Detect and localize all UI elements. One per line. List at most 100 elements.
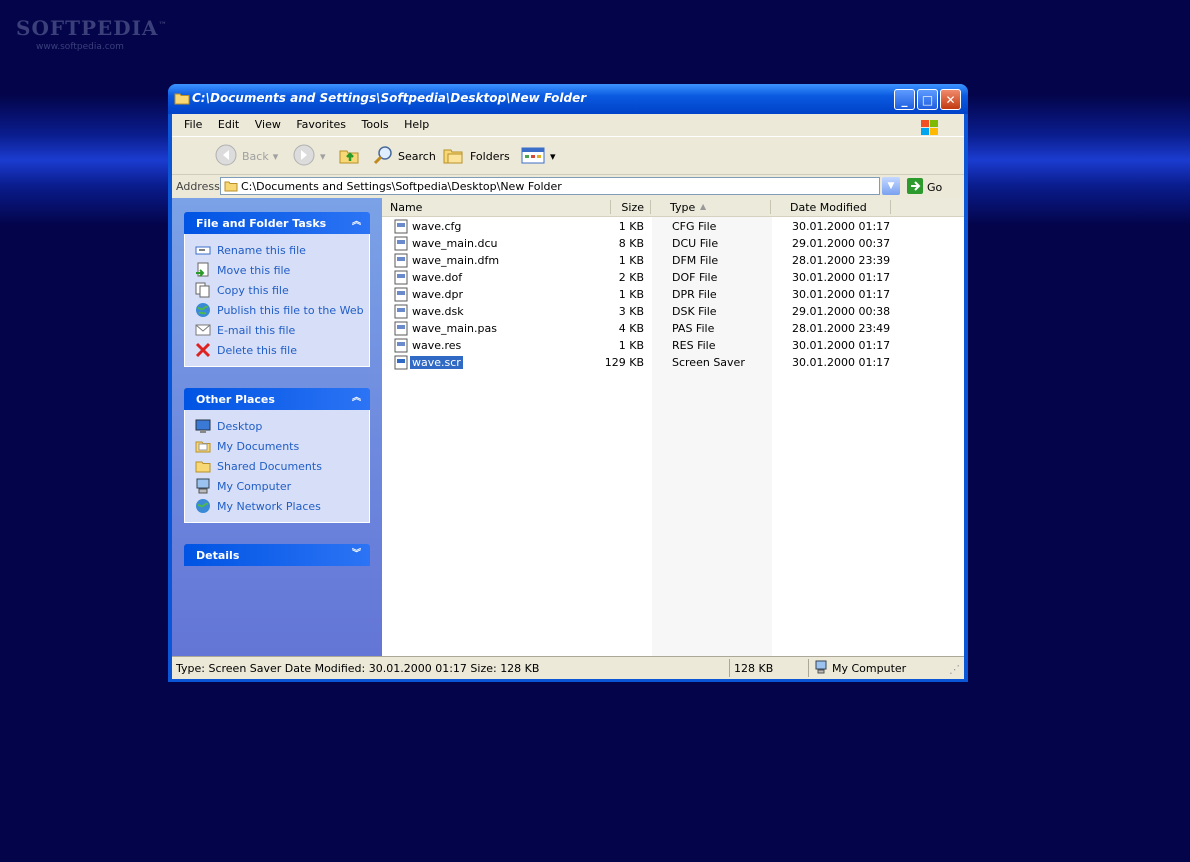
copy-icon	[195, 282, 211, 298]
file-date-modified: 30.01.2000 01:17	[792, 220, 891, 233]
up-button[interactable]	[338, 145, 360, 167]
maximize-button[interactable]: □	[917, 89, 938, 110]
task-rename[interactable]: Rename this file	[195, 240, 369, 260]
file-date-modified: 28.01.2000 23:49	[792, 322, 891, 335]
task-email[interactable]: E-mail this file	[195, 320, 369, 340]
views-button[interactable]: ▾	[520, 145, 556, 167]
file-row[interactable]: wave.scr 129 KB Screen Saver 30.01.2000 01:…	[382, 354, 964, 371]
file-date-modified: 30.01.2000 01:17	[792, 288, 891, 301]
my-documents-icon	[195, 438, 211, 454]
details-panel: Details ︾	[184, 544, 370, 566]
file-type: DPR File	[672, 288, 717, 301]
folder-icon	[174, 91, 190, 108]
desktop-icon	[195, 418, 211, 434]
file-type: DFM File	[672, 254, 719, 267]
address-dropdown-button[interactable]: ▼	[882, 177, 900, 195]
go-button[interactable]: Go	[906, 177, 942, 198]
details-header[interactable]: Details ︾	[184, 544, 370, 566]
menu-tools[interactable]: Tools	[356, 114, 395, 131]
file-row[interactable]: wave.cfg 1 KB CFG File 30.01.2000 01:17	[382, 218, 964, 235]
resize-grip-icon[interactable]: ⋰	[949, 663, 960, 676]
file-list: Name Size Type ▲ Date Modified wave.cfg 1…	[382, 198, 964, 656]
menu-view[interactable]: View	[249, 114, 287, 131]
file-size: 8 KB	[618, 237, 644, 250]
column-divider[interactable]	[610, 200, 611, 214]
file-row[interactable]: wave.res 1 KB RES File 30.01.2000 01:17	[382, 337, 964, 354]
file-date-modified: 28.01.2000 23:39	[792, 254, 891, 267]
task-copy[interactable]: Copy this file	[195, 280, 369, 300]
column-type[interactable]: Type	[670, 201, 695, 214]
address-field[interactable]: C:\Documents and Settings\Softpedia\Desk…	[220, 177, 880, 195]
menu-favorites[interactable]: Favorites	[290, 114, 352, 131]
place-my-documents[interactable]: My Documents	[195, 436, 369, 456]
place-my-computer[interactable]: My Computer	[195, 476, 369, 496]
file-name: wave.dsk	[412, 305, 464, 318]
task-publish[interactable]: Publish this file to the Web	[195, 300, 369, 320]
address-path: C:\Documents and Settings\Softpedia\Desk…	[241, 180, 562, 193]
file-icon	[394, 236, 408, 251]
column-header: Name Size Type ▲ Date Modified	[382, 198, 964, 217]
column-name[interactable]: Name	[390, 201, 422, 214]
file-date-modified: 30.01.2000 01:17	[792, 339, 891, 352]
status-divider	[729, 659, 730, 677]
my-computer-icon	[195, 478, 211, 494]
task-move[interactable]: Move this file	[195, 260, 369, 280]
file-folder-tasks-header[interactable]: File and Folder Tasks ︽	[184, 212, 370, 234]
close-button[interactable]: ✕	[940, 89, 961, 110]
go-arrow-icon	[906, 177, 924, 198]
file-row[interactable]: wave_main.dfm 1 KB DFM File 28.01.2000 23:3…	[382, 252, 964, 269]
task-copy-label: Copy this file	[217, 283, 289, 297]
file-icon	[394, 253, 408, 268]
column-date-modified[interactable]: Date Modified	[790, 201, 867, 214]
menu-edit[interactable]: Edit	[212, 114, 245, 131]
column-divider[interactable]	[890, 200, 891, 214]
column-size[interactable]: Size	[614, 201, 644, 214]
file-size: 1 KB	[618, 254, 644, 267]
go-label: Go	[927, 181, 943, 194]
up-folder-icon	[338, 145, 360, 168]
rename-icon	[195, 242, 211, 258]
search-button[interactable]: Search	[372, 145, 436, 167]
status-divider	[808, 659, 809, 677]
place-shared-documents-label: Shared Documents	[217, 459, 322, 473]
file-size: 1 KB	[618, 220, 644, 233]
task-delete[interactable]: Delete this file	[195, 340, 369, 360]
menu-help[interactable]: Help	[398, 114, 435, 131]
title-bar[interactable]: C:\Documents and Settings\Softpedia\Desk…	[168, 84, 968, 114]
file-date-modified: 29.01.2000 00:37	[792, 237, 891, 250]
file-row[interactable]: wave_main.pas 4 KB PAS File 28.01.2000 23:4…	[382, 320, 964, 337]
forward-button[interactable]: ▾	[292, 144, 326, 167]
file-folder-tasks-title: File and Folder Tasks	[196, 217, 327, 230]
back-label: Back	[242, 149, 269, 163]
file-icon	[394, 219, 408, 234]
column-divider[interactable]	[650, 200, 651, 214]
back-dropdown-icon: ▾	[272, 149, 279, 163]
file-row[interactable]: wave.dpr 1 KB DPR File 30.01.2000 01:17	[382, 286, 964, 303]
toolbar: Back ▾ ▾ Search Folders ▾	[172, 136, 964, 175]
place-shared-documents[interactable]: Shared Documents	[195, 456, 369, 476]
file-row[interactable]: wave.dsk 3 KB DSK File 29.01.2000 00:38	[382, 303, 964, 320]
back-button[interactable]: Back ▾	[214, 144, 279, 169]
file-type: DOF File	[672, 271, 718, 284]
place-desktop[interactable]: Desktop	[195, 416, 369, 436]
column-divider[interactable]	[770, 200, 771, 214]
shared-documents-icon	[195, 458, 211, 474]
back-arrow-icon	[214, 144, 238, 169]
folders-button[interactable]: Folders	[442, 145, 510, 167]
file-icon	[394, 304, 408, 319]
other-places-header[interactable]: Other Places ︽	[184, 388, 370, 410]
file-row[interactable]: wave_main.dcu 8 KB DCU File 29.01.2000 00:3…	[382, 235, 964, 252]
network-places-icon	[195, 498, 211, 514]
task-move-label: Move this file	[217, 263, 291, 277]
status-info: Type: Screen Saver Date Modified: 30.01.…	[176, 662, 540, 675]
file-date-modified: 29.01.2000 00:38	[792, 305, 891, 318]
minimize-button[interactable]: _	[894, 89, 915, 110]
file-type: CFG File	[672, 220, 717, 233]
file-folder-tasks-body: Rename this file Move this file Copy thi…	[184, 234, 370, 367]
search-icon	[372, 145, 394, 168]
file-size: 4 KB	[618, 322, 644, 335]
place-my-network-places[interactable]: My Network Places	[195, 496, 369, 516]
menu-file[interactable]: File	[178, 114, 208, 131]
file-row[interactable]: wave.dof 2 KB DOF File 30.01.2000 01:17	[382, 269, 964, 286]
file-type: PAS File	[672, 322, 715, 335]
